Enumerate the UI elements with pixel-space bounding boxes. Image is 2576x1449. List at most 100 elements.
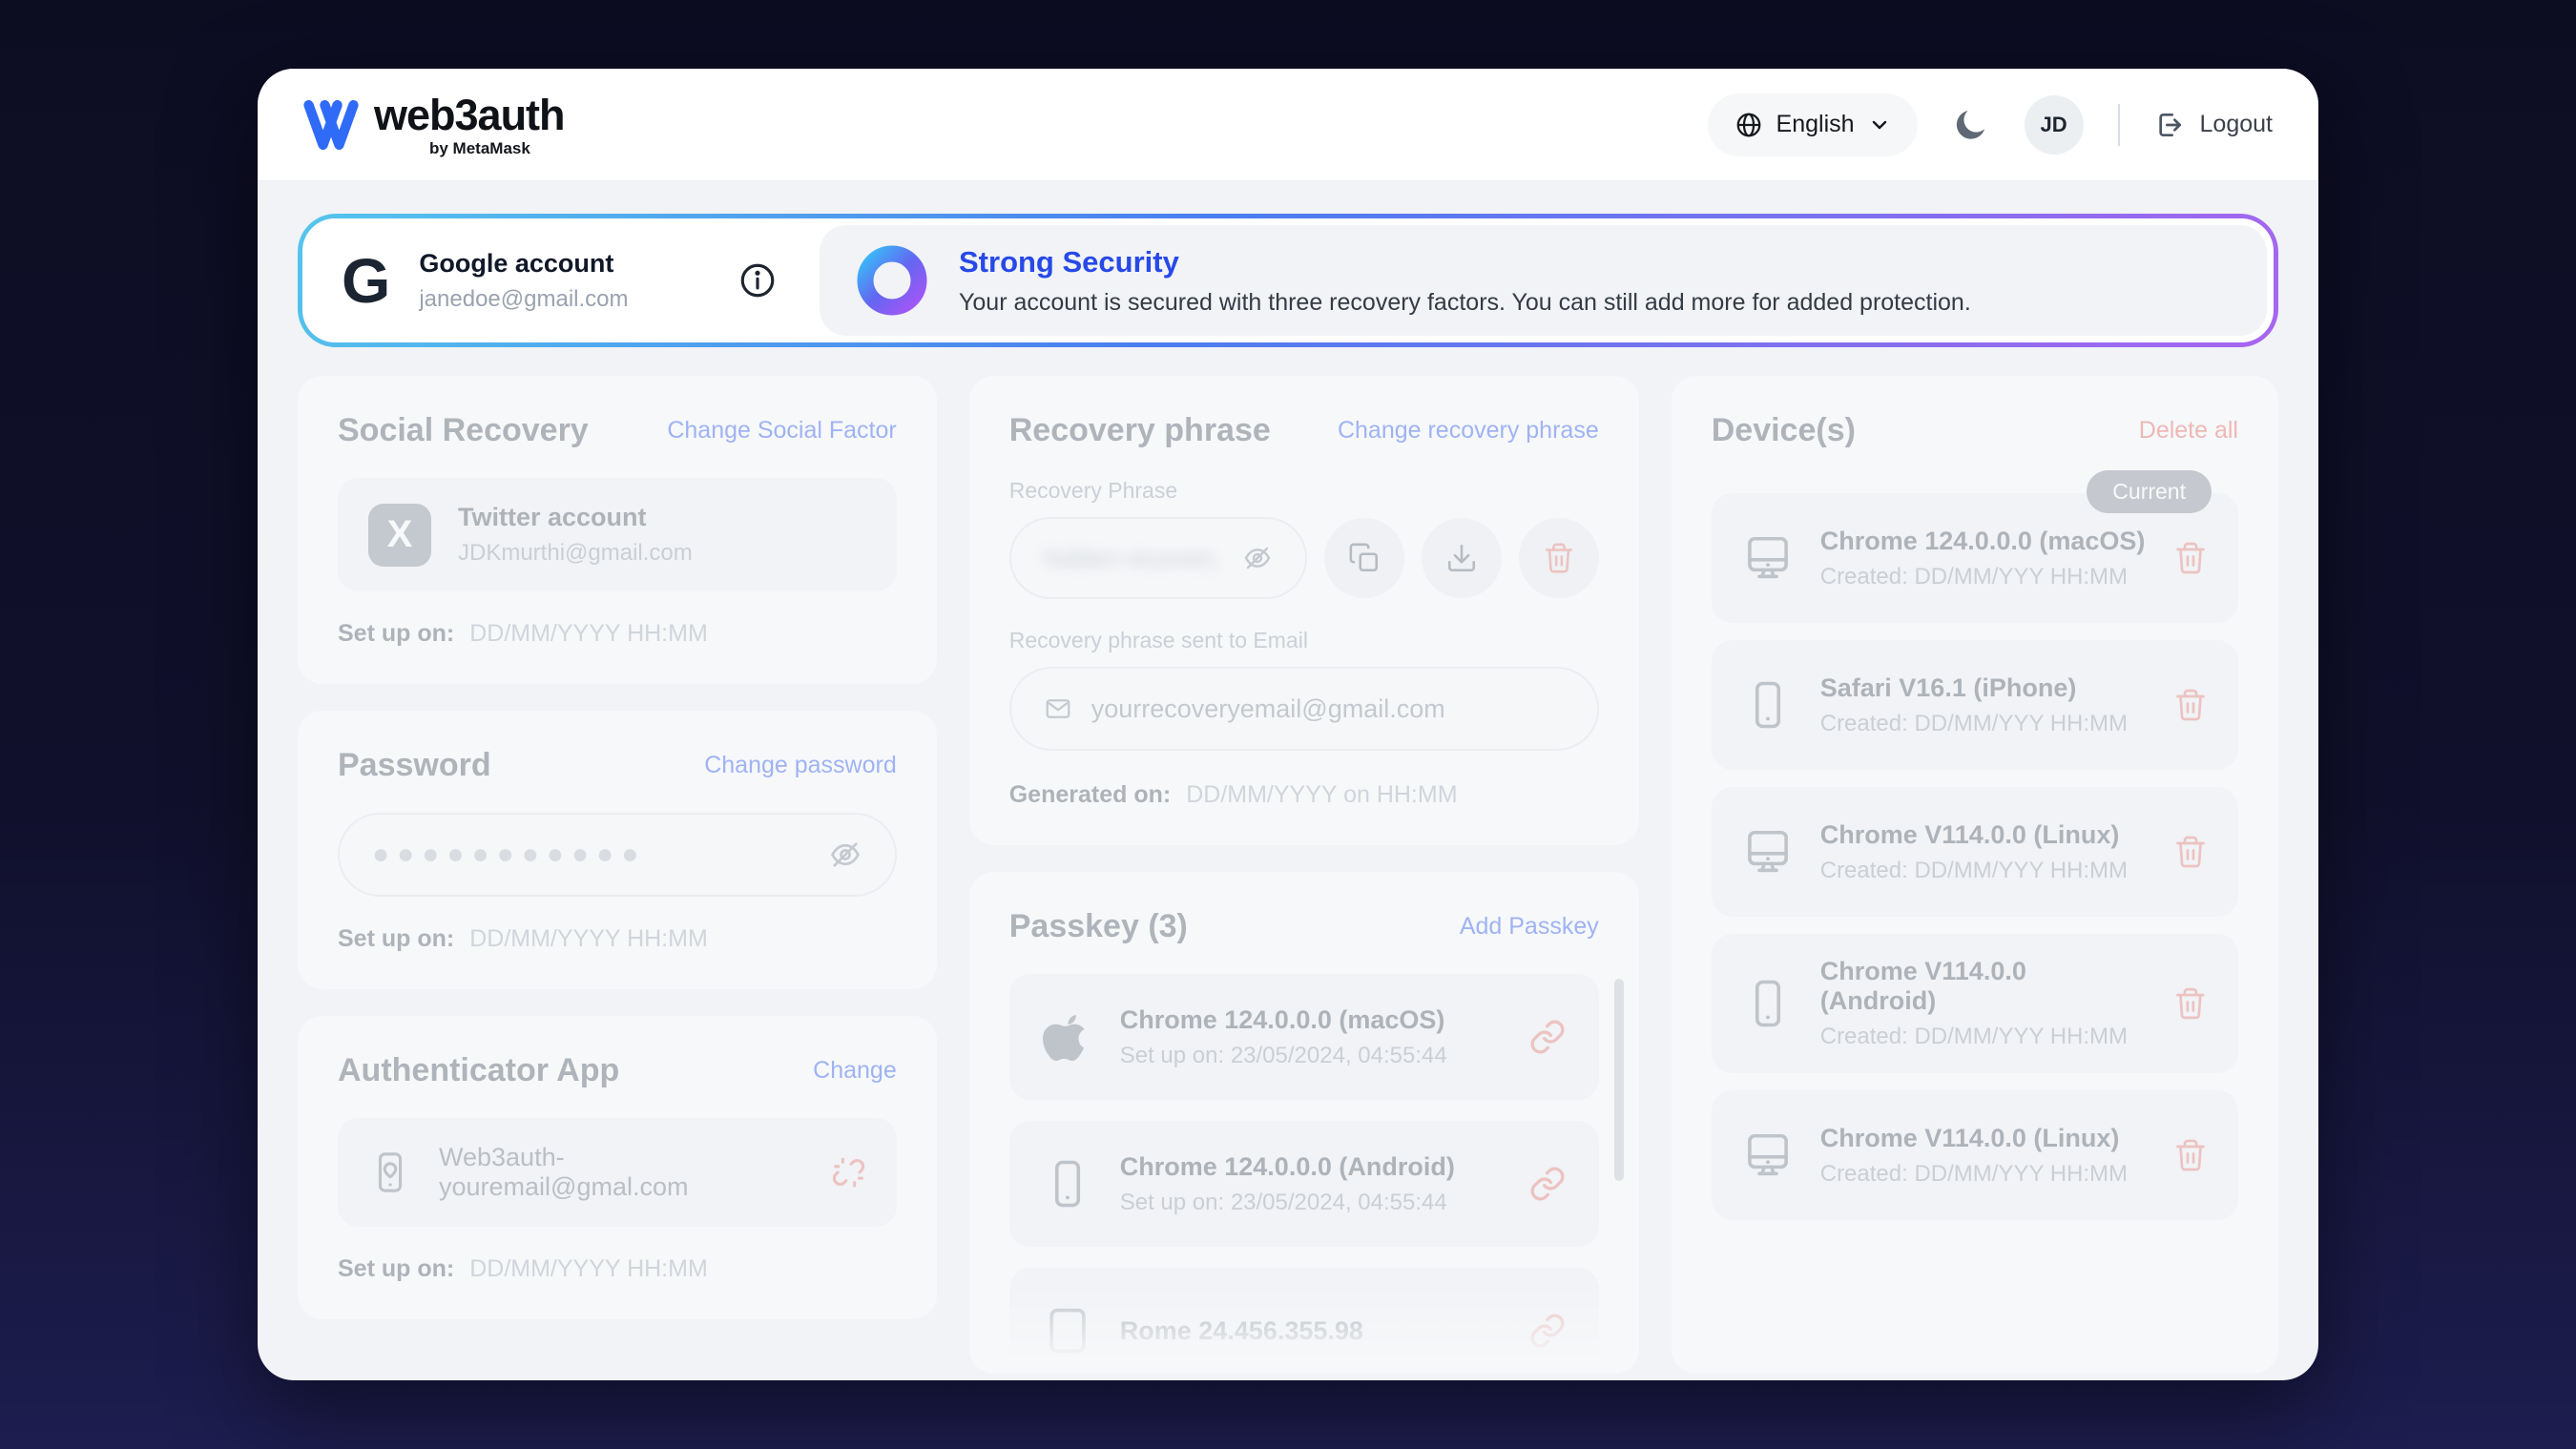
language-label: English [1776, 111, 1855, 138]
passkey-item: Chrome 124.0.0.0 (macOS) Set up on: 23/0… [1009, 974, 1599, 1100]
devices-title: Device(s) [1712, 412, 1856, 449]
logout-icon [2154, 110, 2185, 140]
globe-icon [1735, 111, 1763, 139]
passkey-item: Rome 24.456.355.98 [1009, 1268, 1599, 1374]
passkey-card: Passkey (3) Add Passkey Chrome 124.0.0.0… [969, 872, 1639, 1374]
trash-icon[interactable] [2173, 688, 2208, 722]
change-authenticator-link[interactable]: Change [813, 1057, 897, 1085]
trash-icon[interactable] [2173, 986, 2208, 1021]
eye-off-icon[interactable] [1242, 543, 1273, 573]
trash-icon[interactable] [2173, 1138, 2208, 1172]
setup-label: Set up on: [338, 620, 454, 648]
scrollbar[interactable] [1614, 979, 1624, 1181]
setup-value: DD/MM/YYYY HH:MM [469, 620, 708, 648]
chevron-down-icon [1868, 114, 1891, 136]
recovery-phrase-card: Recovery phrase Change recovery phrase R… [969, 376, 1639, 845]
recovery-email-field[interactable]: yourrecoveryemail@gmail.com [1009, 667, 1599, 751]
download-icon [1445, 542, 1478, 574]
connected-account-section: G Google account janedoe@gmail.com [309, 225, 820, 336]
monitor-icon [1742, 826, 1794, 878]
device-item: Current Chrome 124.0.0.0 (macOS) Created… [1712, 493, 2238, 623]
change-password-link[interactable]: Change password [704, 752, 897, 779]
passkey-name: Chrome 124.0.0.0 (Android) [1120, 1152, 1455, 1182]
devices-card: Device(s) Delete all Current Chrome 124.… [1672, 376, 2278, 1374]
tablet-icon [1042, 1305, 1093, 1356]
recovery-email-label: Recovery phrase sent to Email [1009, 628, 1599, 653]
device-name: Chrome V114.0.0 (Linux) [1820, 1124, 2128, 1153]
language-selector[interactable]: English [1708, 93, 1918, 156]
info-icon[interactable] [737, 260, 778, 300]
security-description: Your account is secured with three recov… [959, 289, 1971, 317]
recovery-phrase-obscured-value: hidden-recovery-phrase [1044, 544, 1215, 573]
passkey-item: Chrome 124.0.0.0 (Android) Set up on: 23… [1009, 1121, 1599, 1247]
password-masked-value: ●●●●●●●●●●● [372, 840, 646, 869]
trash-icon[interactable] [2173, 541, 2208, 575]
monitor-icon [1742, 532, 1794, 584]
twitter-account-tile: X Twitter account JDKmurthi@gmail.com [338, 478, 897, 591]
device-item: Chrome V114.0.0 (Linux) Created: DD/MM/Y… [1712, 787, 2238, 917]
device-meta: Created: DD/MM/YYY HH:MM [1820, 1161, 2128, 1188]
device-name: Chrome V114.0.0 (Android) [1820, 957, 2148, 1016]
twitter-account-email: JDKmurthi@gmail.com [458, 540, 693, 567]
eye-off-icon[interactable] [828, 838, 862, 872]
link-icon[interactable] [1528, 1165, 1567, 1203]
copy-recovery-phrase-button[interactable] [1324, 518, 1404, 598]
logo-title: web3auth [374, 93, 565, 136]
authenticator-phone-icon [368, 1150, 412, 1194]
setup-label: Set up on: [338, 1255, 454, 1283]
add-passkey-link[interactable]: Add Passkey [1460, 913, 1599, 941]
phone-icon [1742, 978, 1794, 1029]
app-header: web3auth by MetaMask English JD Logout [258, 69, 2318, 181]
logout-label: Logout [2200, 111, 2273, 138]
web3auth-logo: web3auth by MetaMask [303, 93, 565, 156]
change-recovery-phrase-link[interactable]: Change recovery phrase [1338, 417, 1599, 445]
link-icon[interactable] [1528, 1312, 1567, 1350]
logout-button[interactable]: Logout [2154, 110, 2273, 140]
device-meta: Created: DD/MM/YYY HH:MM [1820, 711, 2128, 737]
passkey-name: Chrome 124.0.0.0 (macOS) [1120, 1005, 1447, 1035]
authenticator-account: Web3auth-youremail@gmal.com [439, 1143, 804, 1202]
authenticator-title: Authenticator App [338, 1052, 619, 1089]
web3auth-logo-icon [303, 100, 359, 150]
password-field[interactable]: ●●●●●●●●●●● [338, 813, 897, 897]
setup-value: DD/MM/YYYY HH:MM [469, 1255, 708, 1283]
logo-subtitle: by MetaMask [374, 140, 565, 156]
main-panel: web3auth by MetaMask English JD Logout [258, 69, 2318, 1380]
generated-value: DD/MM/YYYY on HH:MM [1186, 781, 1457, 809]
device-name: Chrome 124.0.0.0 (macOS) [1820, 527, 2146, 556]
generated-label: Generated on: [1009, 781, 1171, 809]
recovery-phrase-title: Recovery phrase [1009, 412, 1271, 449]
provider-title: Google account [419, 249, 628, 279]
recovery-email-value: yourrecoveryemail@gmail.com [1091, 694, 1445, 724]
copy-icon [1348, 542, 1381, 574]
apple-icon [1042, 1011, 1093, 1063]
password-title: Password [338, 747, 491, 784]
unlink-icon[interactable] [831, 1154, 866, 1190]
passkey-meta: Set up on: 23/05/2024, 04:55:44 [1120, 1190, 1455, 1216]
security-status-banner: G Google account janedoe@gmail.com Stron… [298, 214, 2278, 347]
security-title: Strong Security [959, 245, 1971, 279]
passkey-meta: Set up on: 23/05/2024, 04:55:44 [1120, 1043, 1447, 1069]
recovery-phrase-field[interactable]: hidden-recovery-phrase [1009, 517, 1307, 599]
setup-label: Set up on: [338, 925, 454, 953]
cards-grid: Social Recovery Change Social Factor X T… [298, 376, 2278, 1374]
avatar[interactable]: JD [2025, 95, 2084, 155]
google-icon: G [342, 249, 390, 312]
trash-icon[interactable] [2173, 835, 2208, 869]
passkey-name: Rome 24.456.355.98 [1120, 1316, 1363, 1346]
link-icon[interactable] [1528, 1018, 1567, 1056]
content-area: G Google account janedoe@gmail.com Stron… [258, 181, 2318, 1380]
change-social-factor-link[interactable]: Change Social Factor [667, 417, 896, 445]
delete-all-link[interactable]: Delete all [2139, 417, 2238, 445]
device-item: Chrome V114.0.0 (Linux) Created: DD/MM/Y… [1712, 1090, 2238, 1220]
passkey-title: Passkey (3) [1009, 908, 1188, 945]
social-recovery-title: Social Recovery [338, 412, 589, 449]
setup-value: DD/MM/YYYY HH:MM [469, 925, 708, 953]
dark-mode-toggle-moon-icon[interactable] [1952, 106, 1990, 144]
download-recovery-phrase-button[interactable] [1422, 518, 1502, 598]
security-ring-icon [856, 244, 928, 317]
device-item: Chrome V114.0.0 (Android) Created: DD/MM… [1712, 934, 2238, 1073]
delete-recovery-phrase-button[interactable] [1519, 518, 1599, 598]
trash-icon [1543, 542, 1575, 574]
device-name: Safari V16.1 (iPhone) [1820, 673, 2128, 703]
